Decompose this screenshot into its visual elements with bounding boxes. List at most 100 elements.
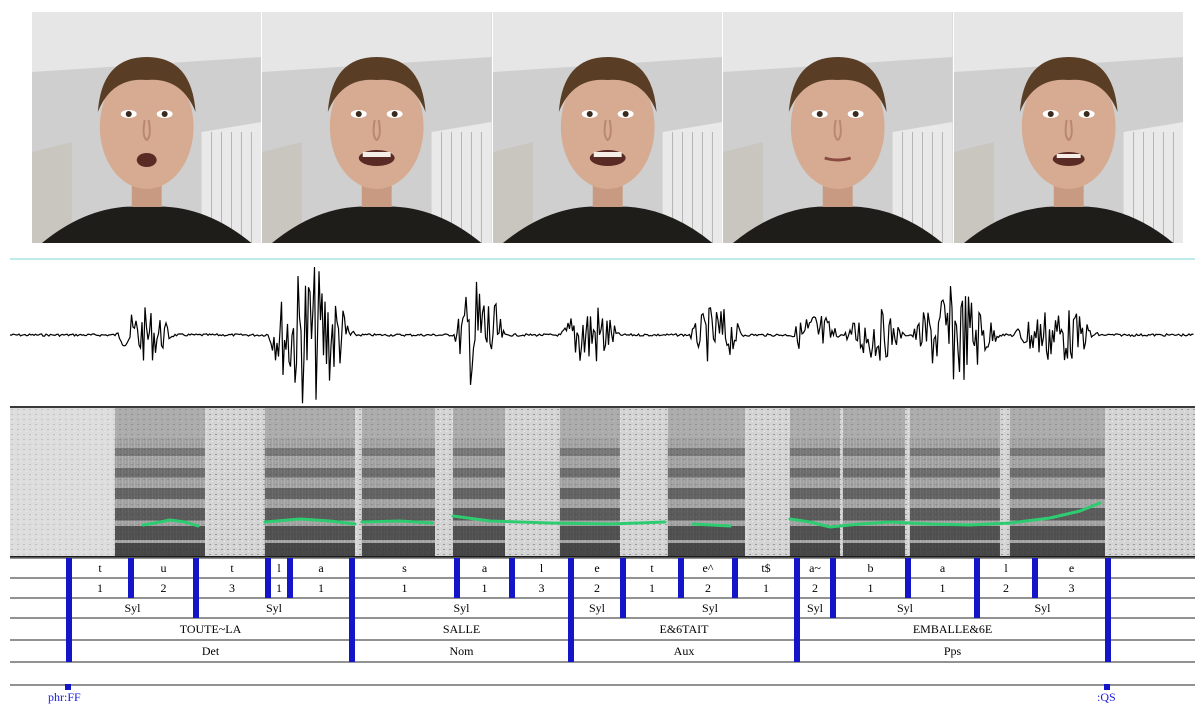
syllable-label: Syl	[807, 601, 824, 615]
syllable-boundary	[66, 598, 72, 618]
phoneme-label: a~	[809, 561, 821, 575]
pos-label: Det	[202, 644, 220, 658]
video-frame-2	[262, 12, 492, 243]
phoneme-boundary	[794, 558, 800, 578]
position-boundary	[732, 578, 738, 598]
spectrogram-voiced-region	[361, 408, 435, 558]
pos-boundary	[1105, 640, 1111, 662]
position-label: 3	[539, 581, 545, 595]
video-frame-1	[32, 12, 262, 243]
position-label: 2	[812, 581, 818, 595]
position-label: 3	[1069, 581, 1075, 595]
phoneme-boundary	[620, 558, 626, 578]
syllable-boundary	[568, 598, 574, 618]
spectrogram-voiced-region	[789, 408, 840, 558]
position-label: 2	[594, 581, 600, 595]
syllable-boundary	[974, 598, 980, 618]
phoneme-label: t	[230, 561, 234, 575]
position-boundary	[193, 578, 199, 598]
position-label: 2	[161, 581, 167, 595]
word-boundary	[66, 618, 72, 640]
position-label: 1	[649, 581, 655, 595]
phoneme-label: e^	[703, 561, 714, 575]
syllable-label: Syl	[702, 601, 719, 615]
pitch-contour	[691, 522, 732, 528]
phoneme-label: l	[1004, 561, 1008, 575]
spectrogram-voiced-region	[264, 408, 355, 558]
phoneme-boundary	[128, 558, 134, 578]
phoneme-label: t	[650, 561, 654, 575]
position-label: 1	[763, 581, 769, 595]
syllable-boundary	[349, 598, 355, 618]
syllable-boundary	[830, 598, 836, 618]
syllable-label: Syl	[897, 601, 914, 615]
syllable-label: Syl	[589, 601, 606, 615]
phoneme-boundary	[349, 558, 355, 578]
syllable-boundary	[794, 598, 800, 618]
phoneme-label: e	[1069, 561, 1074, 575]
position-boundary	[568, 578, 574, 598]
phoneme-boundary	[1105, 558, 1111, 578]
pos-boundary	[349, 640, 355, 662]
phoneme-boundary	[678, 558, 684, 578]
position-label: 2	[1003, 581, 1009, 595]
word-boundary	[794, 618, 800, 640]
position-boundary	[349, 578, 355, 598]
position-label: 2	[705, 581, 711, 595]
position-boundary	[905, 578, 911, 598]
word-boundary	[568, 618, 574, 640]
spectrogram-voiced-region	[842, 408, 905, 558]
phoneme-label: b	[868, 561, 874, 575]
phoneme-label: l	[540, 561, 544, 575]
position-boundary	[128, 578, 134, 598]
position-boundary	[1105, 578, 1111, 598]
video-frame-3	[492, 12, 723, 243]
position-boundary	[678, 578, 684, 598]
position-label: 1	[97, 581, 103, 595]
video-frames-strip	[32, 12, 1184, 243]
video-frame-4	[723, 12, 953, 243]
syllable-label: Syl	[266, 601, 283, 615]
position-boundary	[265, 578, 271, 598]
position-label: 3	[229, 581, 235, 595]
word-boundary	[1105, 618, 1111, 640]
phoneme-label: t$	[761, 561, 770, 575]
syllable-label: Syl	[453, 601, 470, 615]
phoneme-label: s	[402, 561, 407, 575]
syllable-boundary	[620, 598, 626, 618]
phrase-start-label: phr:FF	[48, 690, 81, 704]
word-label: SALLE	[443, 622, 480, 636]
phoneme-boundary	[905, 558, 911, 578]
position-boundary	[287, 578, 293, 598]
syllable-label: Syl	[1034, 601, 1051, 615]
position-label: 1	[482, 581, 488, 595]
position-boundary	[974, 578, 980, 598]
pos-label: Pps	[944, 644, 962, 658]
phoneme-boundary	[1032, 558, 1038, 578]
phoneme-boundary	[974, 558, 980, 578]
phoneme-boundary	[830, 558, 836, 578]
position-boundary	[830, 578, 836, 598]
phrase-end-label: :QS	[1097, 690, 1116, 704]
phoneme-label: a	[482, 561, 488, 575]
position-label: 1	[318, 581, 324, 595]
word-label: TOUTE~LA	[180, 622, 242, 636]
phoneme-label: t	[98, 561, 102, 575]
syllable-boundary	[1105, 598, 1111, 618]
phoneme-label: l	[277, 561, 281, 575]
position-label: 1	[868, 581, 874, 595]
word-label: EMBALLE&6E	[913, 622, 992, 636]
position-label: 1	[276, 581, 282, 595]
phoneme-label: e	[594, 561, 599, 575]
phoneme-boundary	[568, 558, 574, 578]
position-label: 1	[402, 581, 408, 595]
pos-boundary	[794, 640, 800, 662]
spectrogram	[10, 408, 1195, 558]
annotation-tiers: t u t l a s a l e t e^ t$ a~ b a l e 1 2 3 1 1 1 1 3 2 1 2 1 2 1 1 2 3 Syl…	[10, 557, 1195, 704]
pos-label: Aux	[674, 644, 695, 658]
spectrogram-voiced-region	[667, 408, 745, 558]
spectrogram-voiced-region	[1009, 408, 1105, 558]
position-boundary	[454, 578, 460, 598]
position-boundary	[620, 578, 626, 598]
position-boundary	[509, 578, 515, 598]
